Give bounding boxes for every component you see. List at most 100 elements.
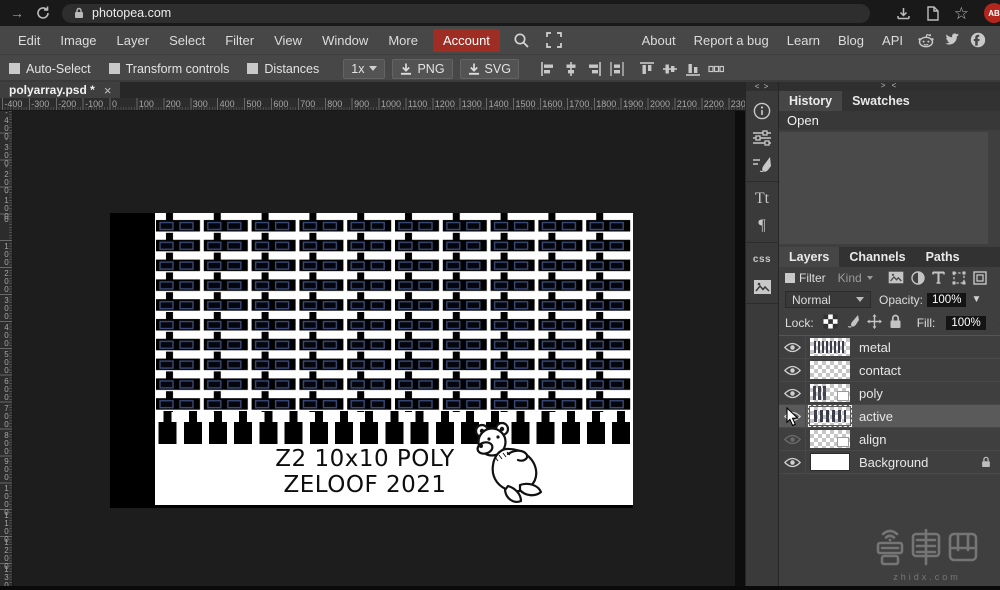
align-top-icon[interactable] bbox=[639, 61, 655, 77]
layer-row-align[interactable]: align bbox=[779, 428, 1000, 451]
layer-row-active[interactable]: active bbox=[779, 405, 1000, 428]
menu-window[interactable]: Window bbox=[312, 28, 378, 53]
document-tab[interactable]: polyarray.psd * × bbox=[0, 82, 120, 98]
profile-avatar[interactable]: AB bbox=[984, 3, 1000, 23]
forward-icon[interactable]: → bbox=[10, 6, 24, 20]
bookmark-star-icon[interactable]: ☆ bbox=[954, 5, 969, 22]
align-middle-v-icon[interactable] bbox=[662, 61, 678, 77]
visibility-toggle[interactable] bbox=[779, 382, 806, 404]
transform-controls-checkbox[interactable]: Transform controls bbox=[109, 62, 230, 76]
export-svg-button[interactable]: SVG bbox=[460, 59, 519, 79]
opacity-dropdown-icon[interactable]: ▼ bbox=[971, 294, 981, 305]
visibility-toggle[interactable] bbox=[779, 428, 806, 450]
checkbox-icon[interactable] bbox=[247, 63, 258, 74]
strip-collapse-handle[interactable]: < > bbox=[746, 82, 778, 91]
menu-more[interactable]: More bbox=[378, 28, 428, 53]
visibility-toggle[interactable] bbox=[779, 359, 806, 381]
tab-swatches[interactable]: Swatches bbox=[842, 91, 920, 111]
menu-report-a-bug[interactable]: Report a bug bbox=[685, 28, 778, 53]
reload-icon[interactable] bbox=[36, 6, 50, 20]
lock-position-icon[interactable] bbox=[867, 314, 882, 332]
checkbox-icon[interactable] bbox=[109, 63, 120, 74]
css-panel-button[interactable]: css bbox=[746, 246, 778, 273]
chevron-down-icon bbox=[369, 66, 377, 71]
blend-mode-select[interactable]: Normal bbox=[785, 291, 871, 308]
paragraph-panel-button[interactable]: ¶ bbox=[746, 212, 778, 239]
layer-row-background[interactable]: Background bbox=[779, 451, 1000, 474]
kind-select[interactable]: Kind bbox=[838, 271, 873, 285]
fill-value[interactable]: 100% bbox=[946, 316, 985, 330]
brush-settings-button[interactable] bbox=[746, 151, 778, 178]
layer-thumbnail[interactable] bbox=[810, 430, 850, 448]
twitter-icon[interactable] bbox=[944, 33, 960, 47]
menu-learn[interactable]: Learn bbox=[778, 28, 829, 53]
visibility-toggle[interactable] bbox=[779, 451, 806, 473]
page-icon[interactable] bbox=[926, 6, 939, 21]
history-entry-open[interactable]: Open bbox=[779, 111, 1000, 130]
visibility-toggle[interactable] bbox=[779, 336, 806, 358]
menu-view[interactable]: View bbox=[264, 28, 312, 53]
layer-thumbnail[interactable] bbox=[810, 384, 850, 402]
filter-checkbox[interactable] bbox=[785, 273, 795, 283]
fullscreen-icon[interactable] bbox=[538, 32, 570, 48]
image-panel-button[interactable] bbox=[746, 273, 778, 300]
distribute-h-icon[interactable] bbox=[609, 61, 625, 77]
menu-select[interactable]: Select bbox=[159, 28, 215, 53]
menu-layer[interactable]: Layer bbox=[107, 28, 160, 53]
layer-row-poly[interactable]: poly bbox=[779, 382, 1000, 405]
tab-channels[interactable]: Channels bbox=[839, 247, 915, 267]
properties-panel-button[interactable] bbox=[746, 124, 778, 151]
menu-filter[interactable]: Filter bbox=[215, 28, 264, 53]
layer-thumbnail[interactable] bbox=[810, 407, 850, 425]
lock-row: Lock: Fill: 100% ▼ bbox=[779, 311, 1000, 335]
history-list[interactable] bbox=[779, 132, 988, 244]
visibility-toggle[interactable] bbox=[779, 405, 806, 427]
reddit-icon[interactable] bbox=[918, 33, 934, 48]
filter-shape-layers-icon[interactable] bbox=[952, 271, 966, 285]
layer-row-contact[interactable]: contact bbox=[779, 359, 1000, 382]
menu-blog[interactable]: Blog bbox=[829, 28, 873, 53]
info-panel-button[interactable] bbox=[746, 97, 778, 124]
zoom-select[interactable]: 1x bbox=[343, 59, 385, 79]
download-icon[interactable] bbox=[896, 6, 911, 21]
lock-transparency-icon[interactable] bbox=[823, 314, 838, 332]
menu-about[interactable]: About bbox=[633, 28, 685, 53]
canvas[interactable]: Z2 10x10 POLY ZELOOF 2021 bbox=[13, 111, 735, 590]
lock-all-icon[interactable] bbox=[889, 314, 902, 332]
align-bottom-icon[interactable] bbox=[685, 61, 701, 77]
character-panel-button[interactable]: Tt bbox=[746, 185, 778, 212]
panel-collapse-handle[interactable]: > < bbox=[779, 82, 1000, 91]
facebook-icon[interactable] bbox=[970, 32, 986, 48]
layer-thumbnail[interactable] bbox=[810, 338, 850, 356]
align-center-h-icon[interactable] bbox=[563, 61, 579, 77]
distribute-v-icon[interactable] bbox=[708, 61, 724, 77]
address-bar[interactable]: photopea.com bbox=[62, 4, 870, 23]
layer-thumbnail[interactable] bbox=[810, 361, 850, 379]
checkbox-icon[interactable] bbox=[9, 63, 20, 74]
menu-edit[interactable]: Edit bbox=[8, 28, 50, 53]
account-button[interactable]: Account bbox=[433, 29, 500, 52]
align-vertical-group bbox=[639, 61, 724, 77]
menu-api[interactable]: API bbox=[873, 28, 912, 53]
align-right-icon[interactable] bbox=[586, 61, 602, 77]
filter-smart-objects-icon[interactable] bbox=[973, 271, 987, 285]
tab-history[interactable]: History bbox=[779, 91, 842, 111]
distances-checkbox[interactable]: Distances bbox=[247, 62, 319, 76]
opacity-value[interactable]: 100% bbox=[927, 293, 966, 307]
filter-adjustment-layers-icon[interactable] bbox=[911, 271, 925, 285]
export-png-button[interactable]: PNG bbox=[392, 59, 452, 79]
tab-paths[interactable]: Paths bbox=[916, 247, 970, 267]
open-document[interactable]: Z2 10x10 POLY ZELOOF 2021 bbox=[110, 213, 633, 508]
search-icon[interactable] bbox=[505, 32, 538, 49]
auto-select-checkbox[interactable]: Auto-Select bbox=[9, 62, 91, 76]
filter-pixel-layers-icon[interactable] bbox=[888, 271, 904, 284]
lock-paint-icon[interactable] bbox=[845, 314, 860, 332]
filter-text-layers-icon[interactable] bbox=[932, 271, 945, 284]
layer-row-metal[interactable]: metal bbox=[779, 336, 1000, 359]
menu-image[interactable]: Image bbox=[50, 28, 106, 53]
close-icon[interactable]: × bbox=[104, 83, 112, 98]
align-left-icon[interactable] bbox=[540, 61, 556, 77]
tab-layers[interactable]: Layers bbox=[779, 247, 839, 267]
filter-label: Filter bbox=[799, 271, 826, 285]
layer-thumbnail[interactable] bbox=[810, 453, 850, 471]
